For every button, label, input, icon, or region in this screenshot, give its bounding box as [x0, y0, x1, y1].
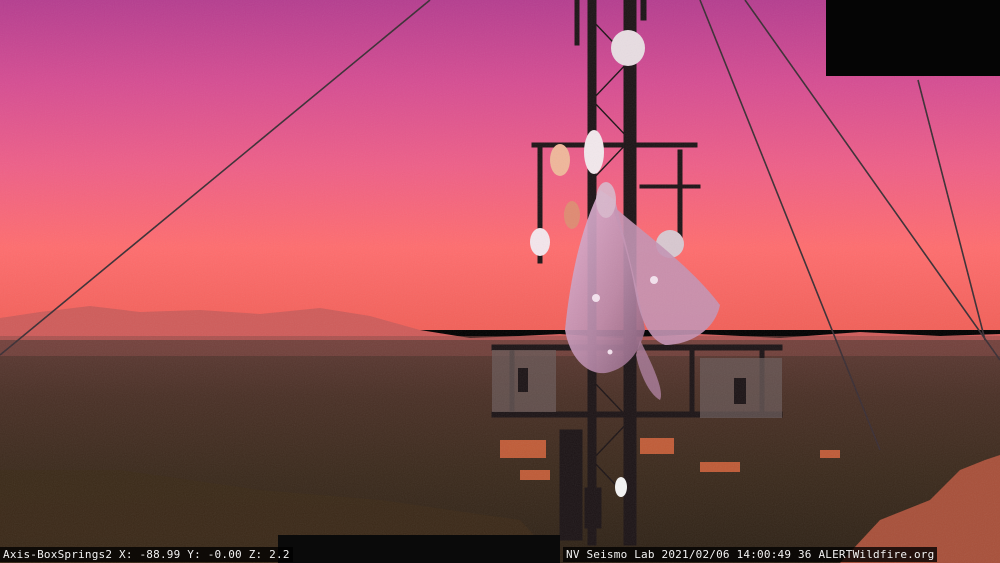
timestamp: 2021/02/06 14:00:49 36: [661, 548, 812, 561]
redaction-box-top: [826, 0, 1000, 76]
z-value: 2.2: [269, 548, 290, 561]
tower-camera-image: [0, 0, 1000, 563]
timestamp-overlay: NV Seismo Lab 2021/02/06 14:00:49 36 ALE…: [563, 547, 938, 562]
camera-feed: Axis-BoxSprings2 X: -88.99 Y: -0.00 Z: 2…: [0, 0, 1000, 563]
site-link: ALERTWildfire.org: [818, 548, 935, 561]
x-label: X: [119, 548, 126, 561]
z-label: Z: [248, 548, 256, 561]
camera-name: Axis-BoxSprings2: [3, 548, 113, 561]
y-label: Y: [187, 548, 195, 561]
y-value: -0.00: [207, 548, 242, 561]
operator-name: NV Seismo Lab: [566, 548, 655, 561]
x-value: -88.99: [139, 548, 181, 561]
camera-position-overlay: Axis-BoxSprings2 X: -88.99 Y: -0.00 Z: 2…: [0, 547, 293, 562]
redaction-box-bottom: [278, 535, 560, 563]
